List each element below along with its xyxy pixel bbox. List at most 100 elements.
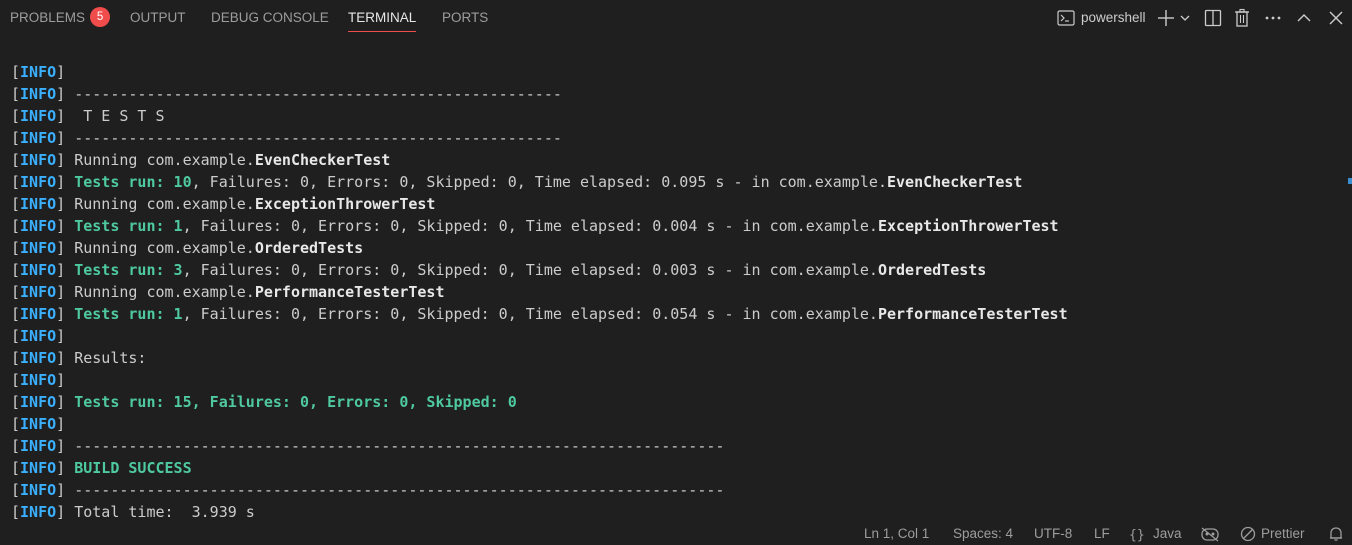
log-level-tag: INFO xyxy=(20,327,57,345)
class-name: PerformanceTesterTest xyxy=(254,283,445,301)
log-level-tag: INFO xyxy=(20,437,57,455)
terminal-line: [INFO] ---------------------------------… xyxy=(11,435,1331,457)
tab-problems-label: PROBLEMS xyxy=(10,10,86,25)
terminal-shell-name[interactable]: powershell xyxy=(1081,0,1146,36)
success-text: Tests run: 3 xyxy=(74,261,183,279)
terminal-line: [INFO] xyxy=(11,369,1331,391)
log-level-tag: INFO xyxy=(20,371,57,389)
chevron-up-icon[interactable] xyxy=(1296,8,1312,28)
log-bracket: ] xyxy=(56,481,66,499)
log-bracket: [ xyxy=(11,107,21,125)
class-name: ExceptionThrowerTest xyxy=(254,195,436,213)
log-bracket: [ xyxy=(11,393,21,411)
language-mode[interactable]: Java xyxy=(1153,523,1182,545)
terminal-line: [INFO] ---------------------------------… xyxy=(11,83,1331,105)
status-bar: Ln 1, Col 1 Spaces: 4 UTF-8 LF {} Java P… xyxy=(0,523,1352,545)
trash-icon[interactable] xyxy=(1233,8,1251,28)
log-level-tag: INFO xyxy=(20,195,57,213)
problems-count-badge: 5 xyxy=(90,7,111,28)
log-text: Running com.example. xyxy=(65,239,255,257)
terminal-icon[interactable] xyxy=(1056,8,1076,28)
log-level-tag: INFO xyxy=(20,63,57,81)
log-bracket: ] xyxy=(56,393,66,411)
copilot-icon[interactable] xyxy=(1200,526,1220,545)
log-bracket: [ xyxy=(11,437,21,455)
log-bracket: ] xyxy=(56,85,66,103)
terminal-line: [INFO] Tests run: 10, Failures: 0, Error… xyxy=(11,171,1331,193)
log-text: Results: xyxy=(65,349,147,367)
terminal-line: [INFO] ---------------------------------… xyxy=(11,479,1331,501)
scrollbar-marker[interactable] xyxy=(1348,178,1352,184)
terminal-line: [INFO] Tests run: 1, Failures: 0, Errors… xyxy=(11,303,1331,325)
bell-icon[interactable] xyxy=(1328,526,1344,545)
log-text: , Failures: 0, Errors: 0, Skipped: 0, Ti… xyxy=(191,173,887,191)
braces-icon[interactable]: {} xyxy=(1129,526,1147,545)
class-name: OrderedTests xyxy=(877,261,987,279)
class-name: PerformanceTesterTest xyxy=(877,305,1068,323)
log-bracket: [ xyxy=(11,239,21,257)
log-bracket: ] xyxy=(56,371,66,389)
log-text: ----------------------------------------… xyxy=(65,85,562,103)
log-bracket: ] xyxy=(56,107,66,125)
tab-terminal[interactable]: TERMINAL xyxy=(348,0,417,36)
log-bracket: ] xyxy=(56,349,66,367)
formatter[interactable]: Prettier xyxy=(1261,523,1305,545)
class-name: ExceptionThrowerTest xyxy=(877,217,1059,235)
log-text: ----------------------------------------… xyxy=(65,481,725,499)
close-icon[interactable] xyxy=(1328,8,1344,28)
success-text: Tests run: 15, Failures: 0, Errors: 0, S… xyxy=(74,393,517,411)
log-bracket: ] xyxy=(56,195,66,213)
file-encoding[interactable]: UTF-8 xyxy=(1034,523,1072,545)
terminal-line: [INFO] ---------------------------------… xyxy=(11,127,1331,149)
class-name: EvenCheckerTest xyxy=(887,173,1023,191)
tab-debug-console[interactable]: DEBUG CONSOLE xyxy=(211,0,329,36)
log-bracket: [ xyxy=(11,327,21,345)
log-bracket: ] xyxy=(56,261,66,279)
log-bracket: [ xyxy=(11,261,21,279)
split-terminal-icon[interactable] xyxy=(1204,8,1222,28)
log-text: ----------------------------------------… xyxy=(65,437,725,455)
log-text: Running com.example. xyxy=(65,195,255,213)
cursor-position[interactable]: Ln 1, Col 1 xyxy=(864,523,929,545)
end-of-line[interactable]: LF xyxy=(1094,523,1110,545)
prettier-disabled-icon[interactable] xyxy=(1240,526,1256,545)
log-text: Running com.example. xyxy=(65,151,255,169)
log-bracket: [ xyxy=(11,283,21,301)
terminal-line: [INFO] Tests run: 15, Failures: 0, Error… xyxy=(11,391,1331,413)
log-level-tag: INFO xyxy=(20,85,57,103)
log-level-tag: INFO xyxy=(20,415,57,433)
terminal-line: [INFO] Total time: 3.939 s xyxy=(11,501,1331,523)
success-text: BUILD SUCCESS xyxy=(74,459,192,477)
log-bracket: [ xyxy=(11,151,21,169)
log-bracket: [ xyxy=(11,459,21,477)
terminal-line: [INFO] xyxy=(11,413,1331,435)
terminal-line: [INFO] xyxy=(11,325,1331,347)
class-name: OrderedTests xyxy=(254,239,364,257)
terminal-output[interactable]: [INFO] [INFO] ---------------------------… xyxy=(11,61,1331,523)
log-level-tag: INFO xyxy=(20,305,57,323)
log-level-tag: INFO xyxy=(20,283,57,301)
log-text: , Failures: 0, Errors: 0, Skipped: 0, Ti… xyxy=(182,261,878,279)
tab-output[interactable]: OUTPUT xyxy=(130,0,186,36)
log-level-tag: INFO xyxy=(20,349,57,367)
ellipsis-icon[interactable] xyxy=(1264,8,1282,28)
log-bracket: [ xyxy=(11,481,21,499)
indentation[interactable]: Spaces: 4 xyxy=(953,523,1013,545)
log-level-tag: INFO xyxy=(20,503,57,521)
plus-icon[interactable] xyxy=(1156,8,1176,28)
tab-ports[interactable]: PORTS xyxy=(442,0,488,36)
log-bracket: ] xyxy=(56,327,66,345)
chevron-down-icon[interactable] xyxy=(1179,8,1191,28)
terminal-line: [INFO] Running com.example.OrderedTests xyxy=(11,237,1331,259)
tab-problems[interactable]: PROBLEMS 5 xyxy=(10,0,111,36)
log-bracket: ] xyxy=(56,63,66,81)
log-bracket: [ xyxy=(11,371,21,389)
log-level-tag: INFO xyxy=(20,459,57,477)
terminal-line: [INFO] Running com.example.PerformanceTe… xyxy=(11,281,1331,303)
